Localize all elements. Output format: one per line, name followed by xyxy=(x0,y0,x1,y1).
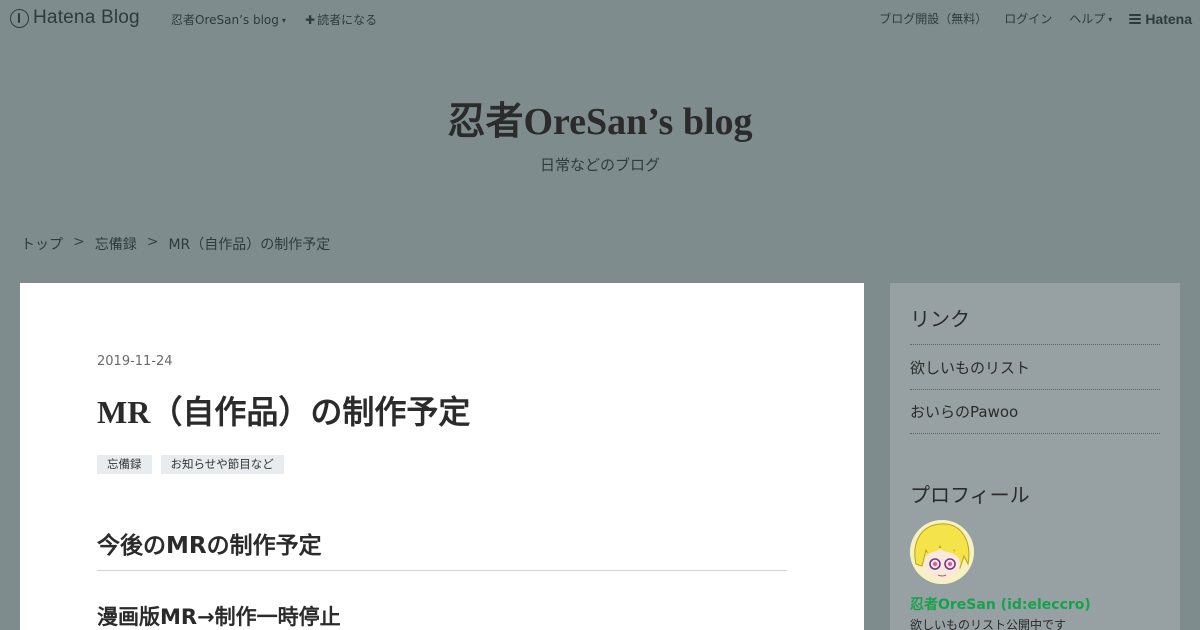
hatena-brand-text: Hatena xyxy=(1145,10,1192,27)
links-list: 欲しいものリスト おいらのPawoo xyxy=(910,344,1160,434)
breadcrumb-separator: > xyxy=(146,234,159,250)
logo-text: Hatena Blog xyxy=(33,7,140,28)
subscribe-button[interactable]: ✚ 読者になる xyxy=(305,11,377,28)
entry-title[interactable]: MR（自作品）の制作予定 xyxy=(97,387,470,433)
avatar-image xyxy=(910,520,974,584)
help-menu[interactable]: ヘルプ ▾ xyxy=(1069,10,1112,27)
profile-module-title: プロフィール xyxy=(910,483,1030,507)
category-tag[interactable]: 忘備録 xyxy=(97,455,152,474)
plus-icon: ✚ xyxy=(305,13,316,27)
start-blog-link[interactable]: ブログ開設（無料） xyxy=(879,10,987,27)
breadcrumb-current: MR（自作品）の制作予定 xyxy=(168,237,331,253)
blog-menu[interactable]: 忍者OreSan’s blog ▾ xyxy=(171,11,286,28)
blog-description: 日常などのブログ xyxy=(539,156,660,174)
sidebar: リンク 欲しいものリスト おいらのPawoo プロフィール 忍者OreSan (… xyxy=(890,283,1180,630)
blog-menu-label: 忍者OreSan’s blog xyxy=(171,13,279,27)
help-label: ヘルプ xyxy=(1069,12,1106,26)
entry-categories: 忘備録 お知らせや節目など xyxy=(97,455,284,474)
link-item-pawoo[interactable]: おいらのPawoo xyxy=(910,389,1160,434)
hatena-logo-icon xyxy=(10,8,29,28)
caret-down-icon: ▾ xyxy=(281,16,286,25)
subscribe-label: 読者になる xyxy=(317,13,378,27)
blog-title[interactable]: 忍者OreSan’s blog xyxy=(0,90,1200,145)
profile-description: 欲しいものリスト公開中です xyxy=(910,618,1067,630)
breadcrumb-separator: > xyxy=(73,234,85,250)
breadcrumb-top[interactable]: トップ xyxy=(21,234,63,254)
entry-content-area: 2019-11-24 MR（自作品）の制作予定 忘備録 お知らせや節目など 今後… xyxy=(20,283,864,630)
top-bar-right-menu: ブログ開設（無料） ログイン ヘルプ ▾ Hatena xyxy=(879,10,1192,27)
caret-down-icon: ▾ xyxy=(1108,15,1113,24)
entry-date[interactable]: 2019-11-24 xyxy=(97,354,173,369)
link-item-wishlist[interactable]: 欲しいものリスト xyxy=(910,344,1160,389)
breadcrumb: トップ > 忘備録 > MR（自作品）の制作予定 xyxy=(21,234,330,254)
breadcrumb-category[interactable]: 忘備録 xyxy=(95,234,137,254)
hatena-brand-link[interactable]: Hatena xyxy=(1129,11,1192,27)
hatena-top-bar: Hatena Blog 忍者OreSan’s blog ▾ ✚ 読者になる ブログ開… xyxy=(0,0,1200,36)
hatena-menu-icon xyxy=(1129,13,1142,24)
avatar[interactable] xyxy=(910,520,974,584)
section-heading: 今後のMRの制作予定 xyxy=(97,526,787,571)
subsection-heading: 漫画版MR→制作一時停止 xyxy=(97,605,341,629)
hatena-blog-logo[interactable]: Hatena Blog xyxy=(10,7,140,29)
links-module-title: リンク xyxy=(910,307,970,331)
category-tag[interactable]: お知らせや節目など xyxy=(160,455,284,474)
profile-name-link[interactable]: 忍者OreSan (id:eleccro) xyxy=(910,594,1091,614)
login-link[interactable]: ログイン xyxy=(1004,10,1052,27)
